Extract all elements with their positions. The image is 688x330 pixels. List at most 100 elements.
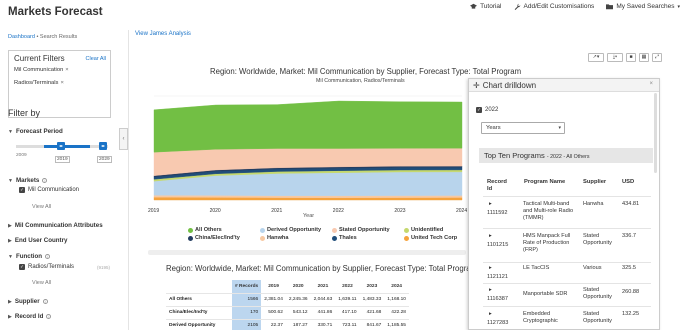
table-cell: 417.10 — [335, 306, 360, 320]
table-cell: 1,185.55 — [384, 319, 409, 330]
legend-item[interactable]: China/Elec/Ind'ty — [188, 235, 240, 241]
collapse-sidebar-button[interactable]: ‹ — [119, 128, 128, 150]
expand-row-icon[interactable]: ▸ — [489, 201, 492, 208]
chevron-down-icon: ▾ — [677, 3, 680, 10]
table-cell: 2,245.36 — [285, 293, 311, 307]
legend-item[interactable]: Hanwha — [260, 235, 288, 241]
chevron-down-icon: ▾ — [558, 125, 561, 131]
move-icon[interactable]: ✛ — [473, 81, 480, 90]
saved-searches-label: My Saved Searches — [616, 3, 675, 10]
record-id-cell[interactable]: 1116387 — [487, 296, 508, 303]
table-cell: 543.12 — [285, 306, 311, 320]
legend-item[interactable]: All Others — [188, 227, 222, 233]
expand-row-icon[interactable]: ▸ — [489, 233, 492, 240]
table-row[interactable]: Derived Opportunity 2105 22.37 187.27 33… — [166, 319, 409, 330]
years-select-value: Years — [486, 125, 501, 131]
chart-legend: All Others China/Elec/Ind'ty Derived Oppor… — [188, 227, 488, 247]
legend-item[interactable]: Unidentified — [404, 227, 443, 233]
remove-filter-icon[interactable]: × — [60, 80, 63, 86]
breadcrumb-dashboard[interactable]: Dashboard — [8, 34, 35, 40]
table-cell: 422.28 — [384, 306, 409, 320]
legend-item[interactable]: Derived Opportunity — [260, 227, 321, 233]
legend-swatch — [404, 235, 409, 241]
table-cell: 1,639.11 — [335, 293, 360, 307]
area-series-all-others[interactable] — [153, 100, 463, 153]
forecast-slider-end-handle[interactable]: ◂▸ — [99, 142, 107, 150]
record-id-cell[interactable]: 1101215 — [487, 242, 508, 249]
row-label: All Others — [166, 293, 232, 307]
legend-label: Derived Opportunity — [267, 227, 322, 233]
chevron-left-icon: ‹ — [122, 136, 125, 142]
forecast-period-toggle[interactable]: ▼ Forecast Period — [8, 128, 63, 135]
info-icon: i — [46, 314, 52, 319]
record-id-toggle[interactable]: ▶ Record Id i — [8, 313, 52, 320]
close-icon[interactable]: × — [649, 81, 653, 87]
legend-item[interactable]: Thales — [332, 235, 357, 241]
filter-chip[interactable]: Mil Communication × — [14, 67, 69, 73]
table-view-button[interactable]: ▦ — [639, 53, 649, 62]
tutorial-link[interactable]: Tutorial — [470, 3, 502, 10]
x-tick-label: 2021 — [271, 208, 283, 214]
table-cell: 723.11 — [335, 319, 360, 330]
table-header[interactable]: # Records — [232, 280, 262, 294]
record-id-cell[interactable]: 1121121 — [487, 274, 508, 281]
supplier-cell: Stated Opportunity — [583, 287, 612, 300]
function-option[interactable]: ✓ Radios/Terminals — [19, 264, 74, 270]
table-header[interactable]: 2024 — [384, 280, 409, 294]
table-row[interactable]: All Others 1566 2,381.04 2,245.36 2,044.… — [166, 293, 409, 307]
page-title: Markets Forecast — [8, 6, 103, 18]
filter-by-title: Filter by — [8, 108, 41, 118]
record-id-cell[interactable]: 1127283 — [487, 320, 508, 327]
expand-row-icon[interactable]: ▸ — [489, 265, 492, 272]
record-id-cell[interactable]: 1111592 — [487, 210, 508, 217]
table-cell: 421.68 — [359, 306, 385, 320]
table-header[interactable]: 2020 — [285, 280, 311, 294]
filter-chip[interactable]: Radios/Terminals × — [14, 80, 64, 86]
view-analysis-link[interactable]: View James Analysis — [135, 31, 191, 37]
drilldown-header[interactable]: ✛ Chart drilldown × — [469, 79, 659, 92]
area-chart[interactable] — [148, 86, 468, 204]
expand-button[interactable]: ⤢ — [652, 53, 662, 62]
lock-button[interactable]: ■ — [626, 53, 636, 62]
share-icon: ↗▾ — [592, 54, 600, 60]
supplier-toggle[interactable]: ▶ Supplier i — [8, 298, 48, 305]
share-button[interactable]: ↗▾ — [588, 53, 604, 62]
chart-scrollbar[interactable] — [148, 250, 466, 255]
table-header[interactable]: 2019 — [261, 280, 286, 294]
row-divider — [483, 306, 651, 307]
year-checkbox[interactable]: ✓ 2022 — [476, 107, 498, 113]
function-toggle[interactable]: ▼ Function i — [8, 253, 51, 260]
drilldown-scrollbar[interactable] — [654, 93, 657, 173]
remove-filter-icon[interactable]: × — [65, 67, 68, 73]
download-button[interactable]: ⤓▾ — [607, 53, 623, 62]
markets-option[interactable]: ✓ Mil Communication — [19, 187, 79, 193]
function-view-all[interactable]: View All — [32, 280, 51, 286]
markets-label: Markets — [15, 177, 40, 184]
legend-item[interactable]: Stated Opportunity — [332, 227, 390, 233]
forecast-slider-start-handle[interactable]: ◂▸ — [57, 142, 65, 150]
expand-row-icon[interactable]: ▸ — [489, 311, 492, 318]
checkbox-checked-icon[interactable]: ✓ — [19, 264, 25, 270]
x-axis-label: Year — [303, 213, 315, 219]
legend-label: Hanwha — [267, 235, 289, 241]
legend-item[interactable]: United Tech Corp — [404, 235, 457, 241]
table-header[interactable]: 2022 — [335, 280, 360, 294]
saved-searches-link[interactable]: My Saved Searches ▾ — [606, 3, 680, 10]
program-name-cell: Tactical Multi-band and Multi-role Radio… — [523, 201, 574, 221]
customisations-link[interactable]: Add/Edit Customisations — [514, 3, 594, 10]
years-select[interactable]: Years ▾ — [481, 122, 565, 134]
end-user-country-toggle[interactable]: ▶ End User Country — [8, 237, 67, 244]
markets-toggle[interactable]: ▼ Markets i — [8, 177, 48, 184]
attributes-toggle[interactable]: ▶ Mil Communication Attributes — [8, 222, 103, 229]
checkbox-checked-icon[interactable]: ✓ — [19, 187, 25, 193]
checkbox-checked-icon[interactable]: ✓ — [476, 107, 482, 113]
table-row[interactable]: China/Elec/Ind'ty 170 500.62 543.12 441.… — [166, 306, 409, 320]
table-header[interactable]: 2021 — [310, 280, 336, 294]
current-filters-title: Current Filters — [14, 54, 65, 63]
table-header[interactable]: 2023 — [359, 280, 385, 294]
legend-label: Unidentified — [411, 227, 444, 233]
markets-view-all[interactable]: View All — [32, 204, 51, 210]
table-icon: ▦ — [641, 54, 647, 60]
clear-all-link[interactable]: Clear All — [86, 56, 106, 62]
expand-row-icon[interactable]: ▸ — [489, 287, 492, 294]
